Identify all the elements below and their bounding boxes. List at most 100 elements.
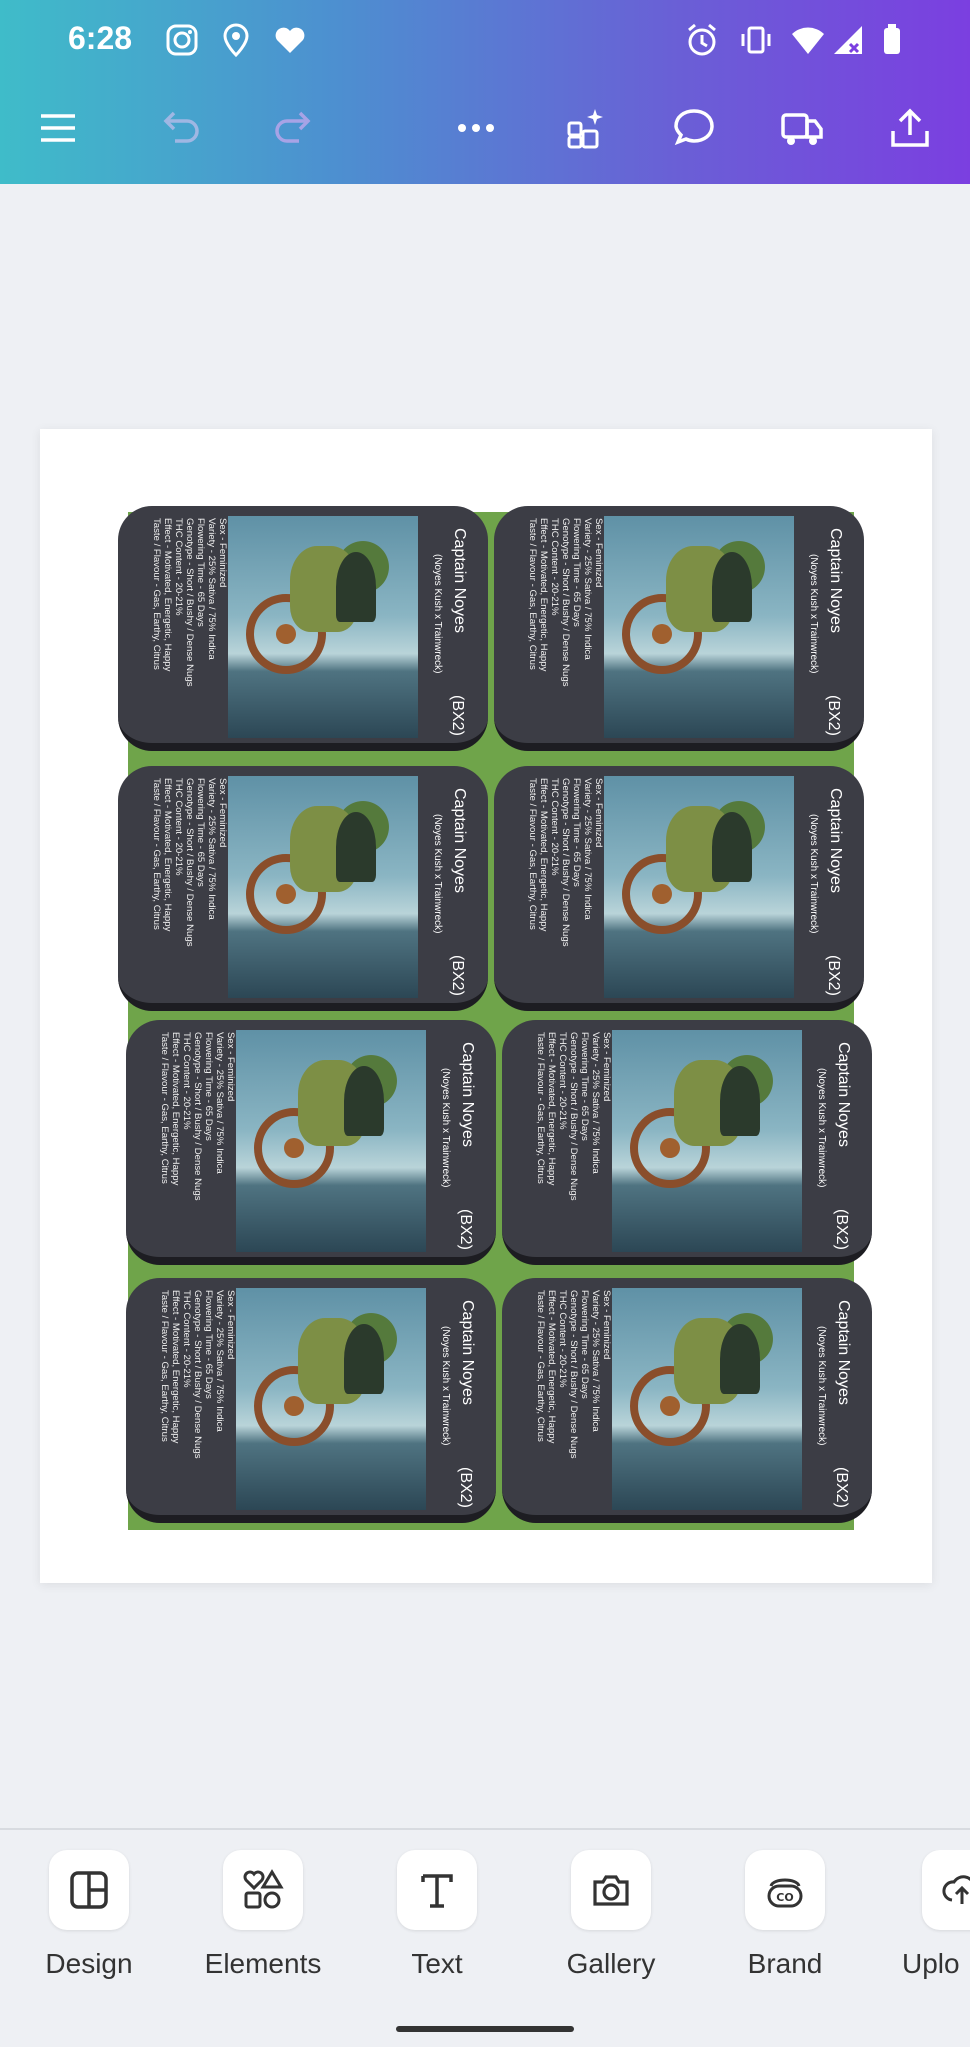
card-strain-name: Captain Noyes <box>827 528 844 633</box>
card-stat-line: Taste / Flavour - Gas, Earthy, Citrus <box>527 778 538 930</box>
card-strain-name: Captain Noyes <box>835 1042 852 1147</box>
status-bar: 6:28 <box>0 0 970 80</box>
label-card[interactable]: Sex - Feminized Variety - 25% Sativa / 75… <box>118 766 488 1011</box>
card-strain-generation: (BX2) <box>825 955 842 996</box>
card-stat-line: Genotype - Short / Bushy / Dense Nugs <box>568 1290 579 1459</box>
undo-button[interactable] <box>150 98 210 158</box>
card-stat-line: Sex - Feminized <box>217 778 228 848</box>
card-stat-line: Variety - 25% Sativa / 75% Indica <box>214 1032 225 1174</box>
label-card[interactable]: Sex - Feminized Variety - 25% Sativa / 75… <box>126 1020 496 1265</box>
card-title-block: Captain Noyes (Noyes Kush x Trainwreck) (B… <box>806 1290 870 1512</box>
card-stats: Sex - Feminized Variety - 25% Sativa / 75… <box>144 1290 236 1512</box>
card-stat-line: Effect - Motivated, Energetic, Happy <box>538 518 549 672</box>
nav-brand-label: Brand <box>747 1948 823 1979</box>
nav-uploads[interactable]: Uplo <box>882 1850 970 1980</box>
card-stat-line: Taste / Flavour - Gas, Earthy, Citrus <box>535 1290 546 1442</box>
card-artwork <box>612 1288 802 1510</box>
design-icon <box>49 1850 129 1930</box>
card-artwork <box>604 776 794 998</box>
label-card[interactable]: Sex - Feminized Variety - 25% Sativa / 75… <box>502 1020 872 1265</box>
print-delivery-button[interactable] <box>772 98 832 158</box>
card-stat-line: Genotype - Short / Bushy / Dense Nugs <box>192 1032 203 1201</box>
instagram-icon <box>164 22 200 58</box>
label-card[interactable]: Sex - Feminized Variety - 25% Sativa / 75… <box>502 1278 872 1523</box>
vibrate-icon <box>738 22 774 58</box>
card-strain-generation: (BX2) <box>825 695 842 736</box>
card-stat-line: THC Content - 20-21% <box>557 1032 568 1130</box>
more-icon <box>458 124 494 132</box>
card-stat-line: Genotype - Short / Bushy / Dense Nugs <box>192 1290 203 1459</box>
card-stat-line: THC Content - 20-21% <box>173 778 184 876</box>
editor-toolbar <box>0 84 970 184</box>
card-artwork <box>228 516 418 738</box>
undo-icon <box>163 111 199 143</box>
card-stats: Sex - Feminized Variety - 25% Sativa / 75… <box>512 778 604 1000</box>
card-strain-cross: (Noyes Kush x Trainwreck) <box>808 554 819 674</box>
card-strain-name: Captain Noyes <box>835 1300 852 1405</box>
nav-elements-label: Elements <box>204 1948 322 1979</box>
menu-button[interactable] <box>28 98 88 158</box>
card-stat-line: Effect - Motivated, Energetic, Happy <box>538 778 549 932</box>
card-strain-cross: (Noyes Kush x Trainwreck) <box>432 554 443 674</box>
nav-design[interactable]: Design <box>14 1850 164 1980</box>
label-card[interactable]: Sex - Feminized Variety - 25% Sativa / 75… <box>494 766 864 1011</box>
card-stat-line: Genotype - Short / Bushy / Dense Nugs <box>184 778 195 947</box>
top-bar: 6:28 <box>0 0 970 184</box>
card-artwork <box>228 776 418 998</box>
card-stat-line: Flowering Time - 65 Days <box>203 1032 214 1141</box>
card-stat-line: Flowering Time - 65 Days <box>571 778 582 887</box>
card-stat-line: THC Content - 20-21% <box>549 518 560 616</box>
nav-gallery[interactable]: Gallery <box>536 1850 686 1980</box>
card-artwork <box>236 1288 426 1510</box>
label-card[interactable]: Sex - Feminized Variety - 25% Sativa / 75… <box>494 506 864 751</box>
text-icon <box>397 1850 477 1930</box>
card-artwork <box>236 1030 426 1252</box>
card-title-block: Captain Noyes (Noyes Kush x Trainwreck) (B… <box>798 518 862 740</box>
card-stat-line: Genotype - Short / Bushy / Dense Nugs <box>568 1032 579 1201</box>
card-strain-name: Captain Noyes <box>451 528 468 633</box>
card-stats: Sex - Feminized Variety - 25% Sativa / 75… <box>520 1032 612 1254</box>
artwork-hat <box>344 1066 384 1136</box>
location-pin-icon <box>218 22 254 58</box>
artwork-hat <box>712 812 752 882</box>
comment-icon <box>674 109 714 146</box>
card-stat-line: Taste / Flavour - Gas, Earthy, Citrus <box>151 778 162 930</box>
card-stat-line: Taste / Flavour - Gas, Earthy, Citrus <box>159 1290 170 1442</box>
card-stat-line: Variety - 25% Sativa / 75% Indica <box>206 518 217 660</box>
upload-icon <box>922 1850 970 1930</box>
card-stat-line: Variety - 25% Sativa / 75% Indica <box>214 1290 225 1432</box>
magic-button[interactable] <box>556 98 616 158</box>
label-card[interactable]: Sex - Feminized Variety - 25% Sativa / 75… <box>118 506 488 751</box>
card-stats: Sex - Feminized Variety - 25% Sativa / 75… <box>144 1032 236 1254</box>
card-stat-line: THC Content - 20-21% <box>549 778 560 876</box>
svg-text:CO: CO <box>776 1891 793 1904</box>
card-strain-cross: (Noyes Kush x Trainwreck) <box>816 1326 827 1446</box>
card-stats: Sex - Feminized Variety - 25% Sativa / 75… <box>520 1290 612 1512</box>
card-stats: Sex - Feminized Variety - 25% Sativa / 75… <box>512 518 604 740</box>
nav-text[interactable]: Text <box>362 1850 512 1980</box>
card-strain-generation: (BX2) <box>457 1209 474 1250</box>
card-title-block: Captain Noyes (Noyes Kush x Trainwreck) (B… <box>798 778 862 1000</box>
more-button[interactable] <box>446 98 506 158</box>
battery-icon <box>874 22 910 58</box>
comment-button[interactable] <box>664 98 724 158</box>
card-strain-generation: (BX2) <box>457 1467 474 1508</box>
magic-icon <box>567 109 603 149</box>
card-title-block: Captain Noyes (Noyes Kush x Trainwreck) (B… <box>430 1290 494 1512</box>
card-strain-name: Captain Noyes <box>459 1042 476 1147</box>
share-button[interactable] <box>880 98 940 158</box>
card-stat-line: Effect - Motivated, Energetic, Happy <box>170 1290 181 1444</box>
home-indicator <box>396 2026 574 2032</box>
heart-icon <box>272 22 308 58</box>
card-stat-line: Sex - Feminized <box>593 778 604 848</box>
redo-button[interactable] <box>264 98 324 158</box>
truck-icon <box>781 113 823 145</box>
card-stat-line: Variety - 25% Sativa / 75% Indica <box>590 1032 601 1174</box>
nav-brand[interactable]: CO Brand <box>710 1850 860 1980</box>
label-card[interactable]: Sex - Feminized Variety - 25% Sativa / 75… <box>126 1278 496 1523</box>
card-stat-line: Flowering Time - 65 Days <box>571 518 582 627</box>
card-stat-line: Taste / Flavour - Gas, Earthy, Citrus <box>151 518 162 670</box>
brand-icon: CO <box>745 1850 825 1930</box>
nav-elements[interactable]: Elements <box>188 1850 338 1980</box>
card-stat-line: Variety - 25% Sativa / 75% Indica <box>582 518 593 660</box>
